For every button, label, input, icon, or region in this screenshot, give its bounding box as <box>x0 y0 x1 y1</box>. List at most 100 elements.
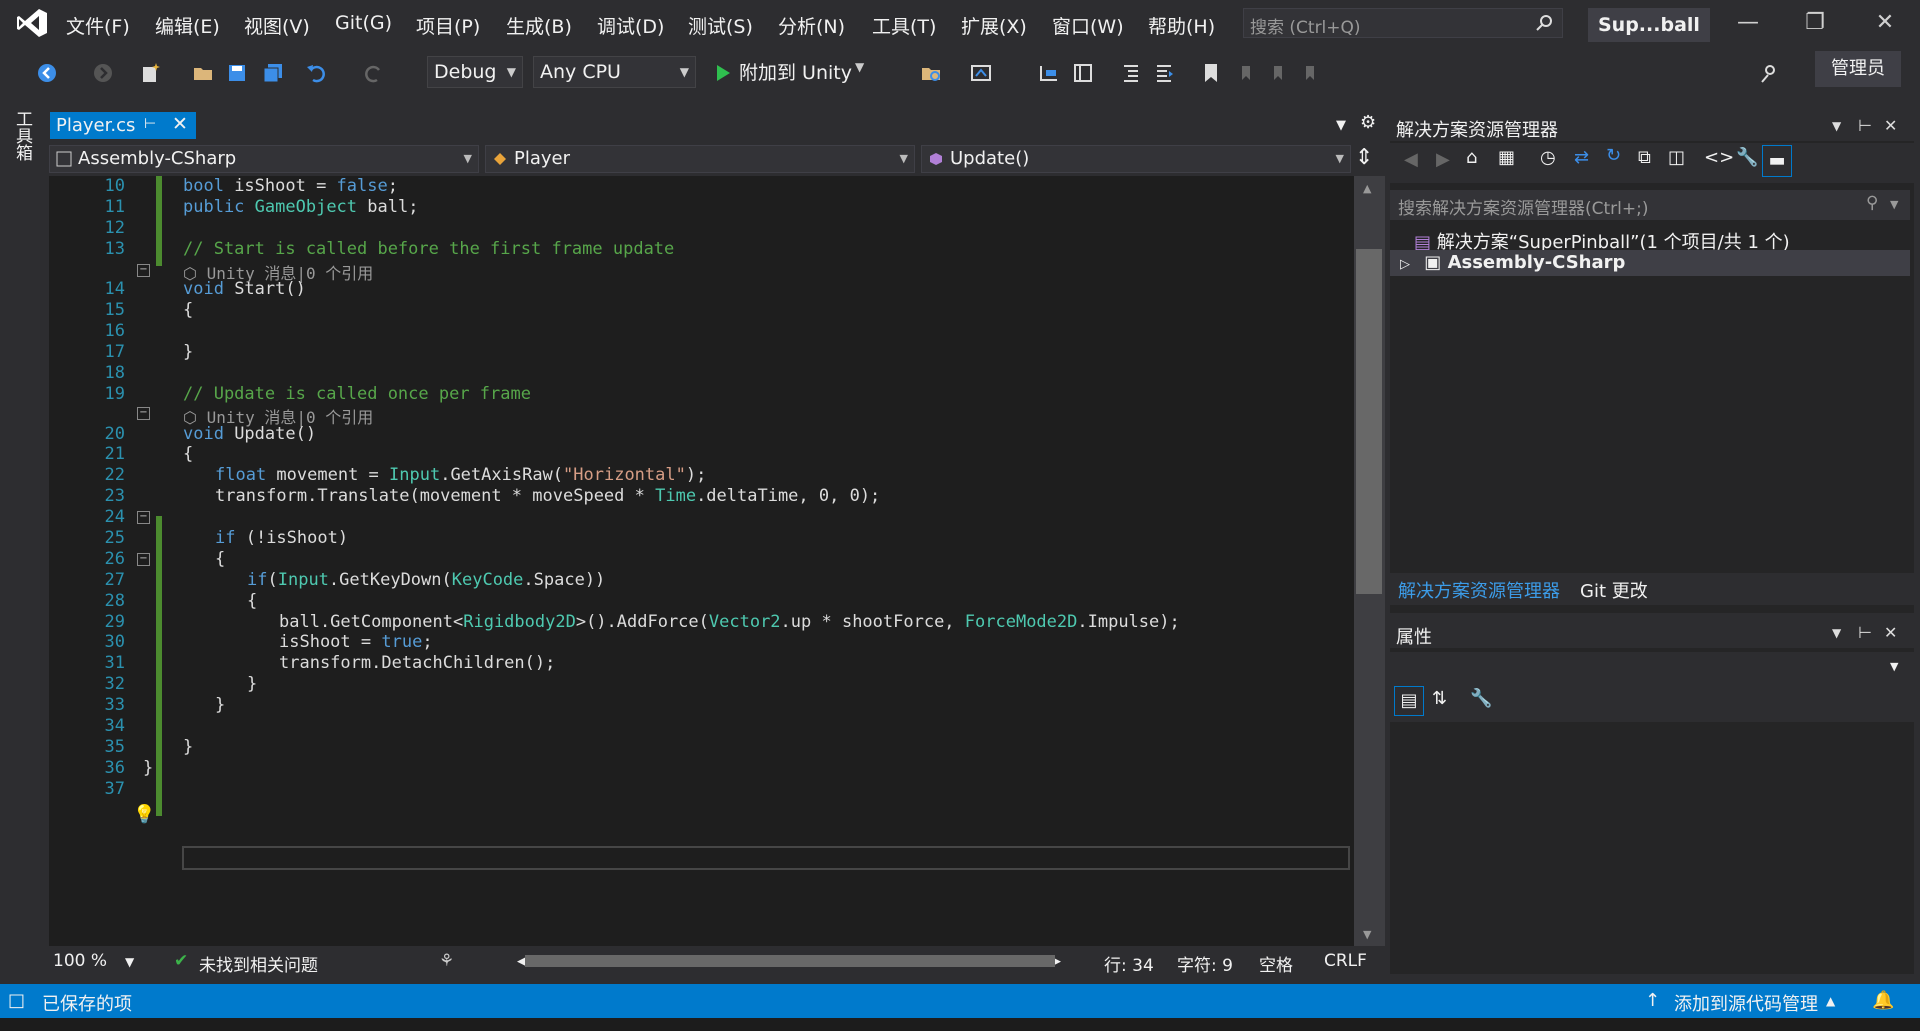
project-node[interactable]: ▷ ▣ Assembly-CSharp <box>1400 252 1625 273</box>
line-ending-indicator[interactable]: CRLF <box>1324 951 1367 971</box>
forward-icon[interactable] <box>92 62 114 84</box>
undo-icon[interactable] <box>306 62 328 84</box>
menu-project[interactable]: 项目(P) <box>416 12 480 39</box>
refresh-icon[interactable]: ↻ <box>1606 145 1621 166</box>
admin-badge[interactable]: 管理员 <box>1815 51 1901 87</box>
preview-icon[interactable] <box>970 62 992 84</box>
scroll-up-icon[interactable]: ▲ <box>1363 182 1371 195</box>
pin-icon[interactable]: ⊢ <box>1858 623 1872 642</box>
menu-window[interactable]: 窗口(W) <box>1052 12 1124 39</box>
expand-arrow-icon[interactable]: ▷ <box>1400 257 1410 272</box>
menu-build[interactable]: 生成(B) <box>506 12 572 39</box>
pin-icon[interactable]: ⊢ <box>1858 116 1872 135</box>
split-editor-icon[interactable]: ⇕ <box>1355 145 1373 170</box>
show-all-files-icon[interactable]: ◫ <box>1668 147 1685 168</box>
menu-tools[interactable]: 工具(T) <box>872 12 936 39</box>
horizontal-scrollbar-thumb[interactable] <box>525 955 1055 967</box>
menu-view[interactable]: 视图(V) <box>244 12 310 39</box>
close-icon[interactable]: ✕ <box>1884 623 1897 642</box>
collapse-outline-icon[interactable]: − <box>137 511 150 524</box>
pin-icon[interactable]: ⊢ <box>144 116 156 132</box>
menu-extensions[interactable]: 扩展(X) <box>961 12 1027 39</box>
menu-test[interactable]: 测试(S) <box>688 12 753 39</box>
code-editor[interactable]: 10 11 12 13 14 15 16 17 18 19 20 21 22 23 24 25 26 27 28 29… <box>49 176 1354 946</box>
chevron-down-icon[interactable]: ▼ <box>1832 119 1841 133</box>
property-pages-wrench-icon[interactable]: 🔧 <box>1470 688 1492 709</box>
bookmark-prev-icon[interactable] <box>1236 62 1258 84</box>
restore-icon[interactable]: ❐ <box>1800 10 1830 38</box>
close-icon[interactable]: ✕ <box>1884 116 1897 135</box>
collapse-outline-icon[interactable]: − <box>137 264 150 277</box>
indent-icon[interactable] <box>1153 62 1175 84</box>
step-icon[interactable] <box>1038 62 1060 84</box>
redo-icon[interactable] <box>362 62 384 84</box>
back-icon[interactable] <box>36 62 58 84</box>
project-dropdown[interactable]: Assembly-CSharp ▼ <box>49 145 479 173</box>
save-icon[interactable] <box>226 62 248 84</box>
chevron-down-icon[interactable]: ▼ <box>125 955 134 969</box>
search-box[interactable]: 搜索 (Ctrl+Q) <box>1243 8 1563 38</box>
add-to-source-control-button[interactable]: 添加到源代码管理 <box>1674 990 1818 1016</box>
tab-close-icon[interactable]: ✕ <box>172 113 188 135</box>
indentation-indicator[interactable]: 空格 <box>1259 951 1293 976</box>
solution-explorer-search[interactable]: 搜索解决方案资源管理器(Ctrl+;) ⚲ ▼ <box>1390 190 1910 220</box>
properties-object-dropdown[interactable]: ▼ <box>1390 652 1914 682</box>
pending-changes-icon[interactable]: ◷ <box>1540 147 1556 168</box>
menu-debug[interactable]: 调试(D) <box>597 12 664 39</box>
preview-selected-icon[interactable]: ▬ <box>1762 145 1792 177</box>
new-project-icon[interactable] <box>140 62 162 84</box>
find-in-files-icon[interactable] <box>920 62 942 84</box>
scroll-down-icon[interactable]: ▼ <box>1363 928 1371 941</box>
lightbulb-icon[interactable]: 💡 <box>133 804 155 825</box>
menu-edit[interactable]: 编辑(E) <box>155 12 220 39</box>
menu-git[interactable]: Git(G) <box>335 12 392 34</box>
collapse-outline-icon[interactable]: − <box>137 407 150 420</box>
outdent-icon[interactable] <box>1120 62 1142 84</box>
forward-icon[interactable]: ▶ <box>1436 149 1450 170</box>
open-folder-icon[interactable] <box>192 62 214 84</box>
tab-player-cs[interactable]: Player.cs ⊢ ✕ <box>50 112 196 139</box>
collapse-all-icon[interactable]: ⧉ <box>1638 147 1651 168</box>
chevron-down-icon[interactable]: ▼ <box>1890 198 1898 211</box>
play-icon[interactable] <box>712 62 734 84</box>
alphabetical-icon[interactable]: ⇅ <box>1432 688 1447 709</box>
bookmark-next-icon[interactable] <box>1268 62 1290 84</box>
switch-views-icon[interactable]: ▦ <box>1498 147 1515 168</box>
close-icon[interactable]: ✕ <box>1870 10 1900 38</box>
bookmark-icon[interactable] <box>1200 62 1222 84</box>
configuration-dropdown[interactable]: Debug ▼ <box>427 56 523 88</box>
live-share-icon[interactable] <box>1758 62 1780 84</box>
collapse-outline-icon[interactable]: − <box>137 553 150 566</box>
search-icon[interactable]: ⚲ <box>1866 193 1878 213</box>
attach-unity-button[interactable]: 附加到 Unity <box>739 58 852 85</box>
platform-dropdown[interactable]: Any CPU ▼ <box>533 56 696 88</box>
menu-help[interactable]: 帮助(H) <box>1148 12 1215 39</box>
sync-icon[interactable]: ⇄ <box>1574 147 1589 168</box>
layout-icon[interactable] <box>1072 62 1094 84</box>
menu-analyze[interactable]: 分析(N) <box>778 12 845 39</box>
chevron-down-icon[interactable]: ▼ <box>855 60 864 74</box>
toolbox-strip[interactable]: 工具箱 <box>0 96 40 984</box>
tab-list-dropdown-icon[interactable]: ▼ <box>1336 118 1346 133</box>
settings-gear-icon[interactable]: ⚙ <box>1360 112 1376 133</box>
save-all-icon[interactable] <box>262 62 284 84</box>
bookmark-clear-icon[interactable] <box>1300 62 1322 84</box>
view-code-icon[interactable]: <> <box>1704 147 1734 168</box>
home-icon[interactable]: ⌂ <box>1466 147 1477 168</box>
chevron-down-icon[interactable]: ▼ <box>1832 626 1841 640</box>
chevron-up-icon[interactable]: ▲ <box>1826 994 1835 1008</box>
notification-bell-icon[interactable]: 🔔 <box>1872 990 1894 1011</box>
minimize-icon[interactable]: — <box>1733 10 1763 38</box>
properties-wrench-icon[interactable]: 🔧 <box>1736 147 1758 168</box>
categorized-icon[interactable]: ▤ <box>1394 686 1424 716</box>
scrollbar-thumb[interactable] <box>1356 249 1382 594</box>
back-icon[interactable]: ◀ <box>1404 149 1418 170</box>
class-dropdown[interactable]: Player ▼ <box>485 145 915 173</box>
issues-status[interactable]: 未找到相关问题 <box>199 951 318 976</box>
zoom-level[interactable]: 100 % <box>53 951 107 971</box>
tab-git-changes[interactable]: Git 更改 <box>1580 577 1648 603</box>
member-dropdown[interactable]: Update() ▼ <box>921 145 1351 173</box>
tab-solution-explorer[interactable]: 解决方案资源管理器 <box>1398 577 1560 603</box>
menu-file[interactable]: 文件(F) <box>66 12 130 39</box>
cleanup-brush-icon[interactable]: ⚘ <box>439 951 454 971</box>
